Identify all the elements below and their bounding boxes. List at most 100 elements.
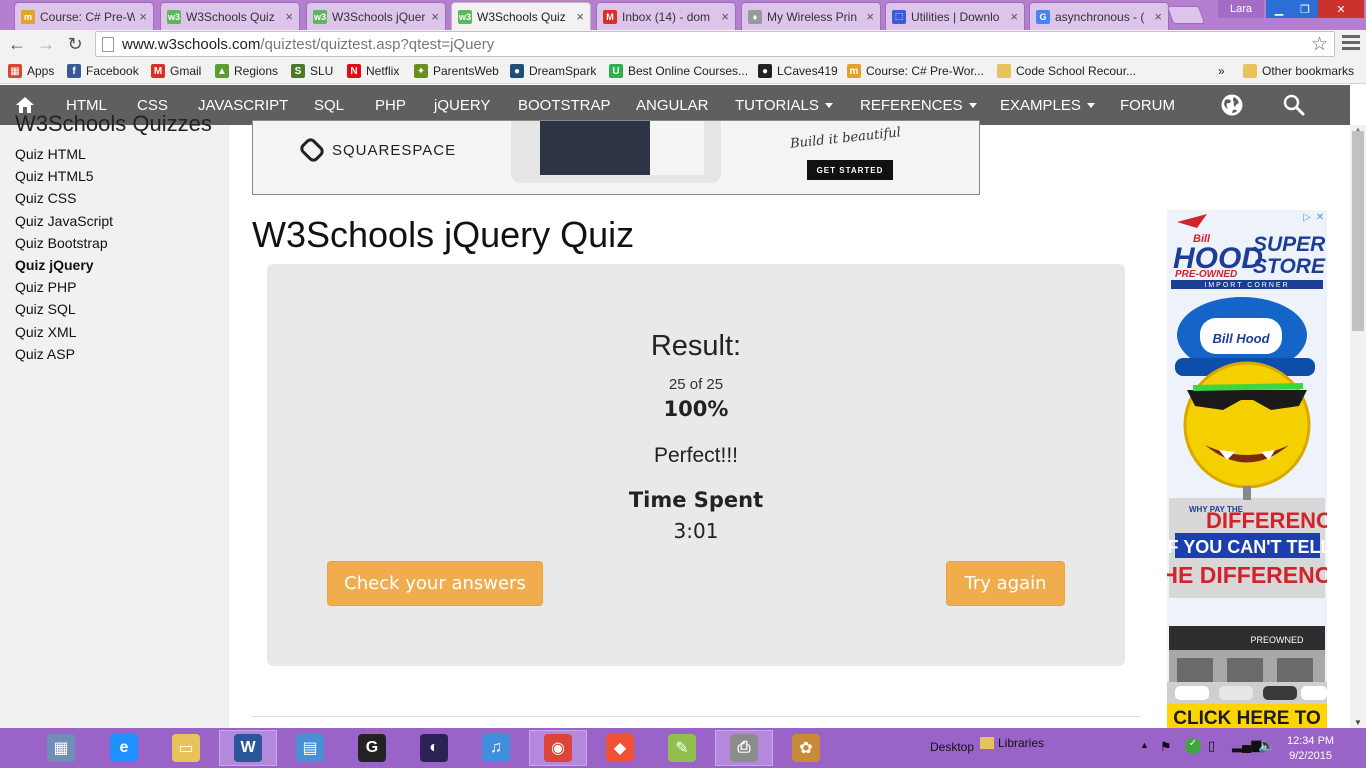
other-bookmarks-folder[interactable]: Other bookmarks [1243,62,1354,80]
browser-tab-4[interactable]: M Inbox (14) - dom × [596,2,736,30]
bookmark-item[interactable]: m Course: C# Pre-Wor... [847,62,984,80]
profile-user-badge[interactable]: Lara [1218,0,1264,18]
browser-tab-6[interactable]: ⬚ Utilities | Downlo × [885,2,1025,30]
ad-choices-icon[interactable]: ▷ [1301,211,1313,223]
bookmark-item[interactable]: ● DreamSpark [510,62,596,80]
globe-icon[interactable] [1220,85,1244,125]
nav-item-bootstrap[interactable]: BOOTSTRAP [518,85,611,125]
nav-item-tutorials[interactable]: TUTORIALS [735,85,833,125]
nav-item-references[interactable]: REFERENCES [860,85,977,125]
window-close-button[interactable]: ✕ [1318,0,1364,18]
tab-close-icon[interactable]: × [139,9,147,24]
scroll-down-arrow-icon[interactable]: ▼ [1350,718,1366,728]
ad-get-started-button[interactable]: GET STARTED [807,160,893,180]
security-check-icon[interactable]: ✓ [1185,738,1201,754]
page-scrollbar[interactable]: ▲ ▼ [1350,125,1366,728]
tray-expand-icon[interactable]: ▲ [1140,740,1149,750]
taskbar-app-8[interactable]: ◉ [529,730,587,766]
nav-item-sql[interactable]: SQL [314,85,344,125]
browser-tab-3[interactable]: w3 W3Schools Quiz × [451,2,591,30]
taskbar-app-1[interactable]: e [95,730,153,766]
forward-arrow-icon[interactable]: → [35,33,57,55]
scrollbar-thumb[interactable] [1352,131,1364,331]
system-clock[interactable]: 12:34 PM 9/2/2015 [1287,734,1334,764]
sidebar-link-quiz-asp[interactable]: Quiz ASP [15,346,75,362]
taskbar-app-12[interactable]: ✿ [777,730,835,766]
taskbar-app-10[interactable]: ✎ [653,730,711,766]
nav-item-jquery[interactable]: jQUERY [434,85,490,125]
new-tab-button[interactable] [1166,6,1206,24]
libraries-toolbar[interactable]: Libraries [980,736,1044,750]
nav-item-php[interactable]: PHP [375,85,406,125]
bill-hood-side-ad[interactable]: Bill HOOD SUPER STORE PRE-OWNED IMPORT C… [1167,210,1327,728]
sidebar-link-quiz-javascript[interactable]: Quiz JavaScript [15,213,113,229]
browser-tab-2[interactable]: w3 W3Schools jQuer × [306,2,446,30]
bookmark-item[interactable]: f Facebook [67,62,139,80]
desktop-toolbar-label[interactable]: Desktop [930,740,974,754]
check-answers-button[interactable]: Check your answers [327,561,543,606]
squarespace-ad-banner[interactable]: SQUARESPACE Build it beautiful GET START… [252,120,980,195]
browser-tab-5[interactable]: ♦ My Wireless Prin × [741,2,881,30]
sidebar-link-quiz-css[interactable]: Quiz CSS [15,190,76,206]
tab-close-icon[interactable]: × [721,9,729,24]
bookmark-item[interactable]: ▦ Apps [8,62,54,80]
folder-icon [997,64,1011,78]
bookmark-item[interactable]: M Gmail [151,62,201,80]
search-icon[interactable] [1283,85,1305,125]
sidebar-link-quiz-php[interactable]: Quiz PHP [15,279,76,295]
taskbar-app-6[interactable]: ◐ [405,730,463,766]
tab-close-icon[interactable]: × [431,9,439,24]
tab-close-icon[interactable]: × [1010,9,1018,24]
action-center-flag-icon[interactable]: ⚑ [1160,739,1172,755]
volume-icon[interactable]: 🔈 [1258,737,1275,754]
browser-menu-icon[interactable] [1342,35,1360,53]
nav-item-forum[interactable]: FORUM [1120,85,1175,125]
bookmarks-overflow-button[interactable]: » [1218,62,1225,80]
try-again-button[interactable]: Try again [946,561,1065,606]
taskbar-app-0[interactable]: ▦ [32,730,90,766]
back-arrow-icon[interactable]: ← [6,33,28,55]
address-bar[interactable]: www.w3schools.com/quiztest/quiztest.asp?… [95,31,1335,57]
bookmark-item[interactable]: ✦ ParentsWeb [414,62,499,80]
taskbar-app-11[interactable]: ⎙ [715,730,773,766]
taskbar-app-4[interactable]: ▤ [281,730,339,766]
content-divider [252,716,1140,717]
sidebar-link-quiz-html5[interactable]: Quiz HTML5 [15,168,94,184]
bookmark-item[interactable]: Code School Recour... [997,62,1136,80]
bookmark-label: Regions [234,64,279,78]
windows-taskbar: ▦ e ▭ W ▤ G ◐ ♫ ◉ ◆ ✎ ⎙ ✿ Desktop Libraries ▲ ⚑ ✓ ▯ … [0,728,1366,768]
taskbar-app-5[interactable]: G [343,730,401,766]
taskbar-app-7[interactable]: ♫ [467,730,525,766]
nav-item-examples[interactable]: EXAMPLES [1000,85,1095,125]
window-maximize-button[interactable]: ❐ [1292,0,1318,18]
tab-close-icon[interactable]: × [285,9,293,24]
bookmark-item[interactable]: N Netflix [347,62,399,80]
tab-close-icon[interactable]: × [1154,9,1162,24]
browser-tab-0[interactable]: m Course: C# Pre-W × [14,2,154,30]
bookmark-item[interactable]: ● LCaves419 [758,62,838,80]
browser-tab-1[interactable]: w3 W3Schools Quiz × [160,2,300,30]
ad-close-icon[interactable]: ✕ [1314,211,1326,223]
bookmark-label: LCaves419 [777,64,838,78]
device-icon[interactable]: ▯ [1208,738,1215,754]
moodle-hat-icon: m [21,9,35,24]
taskbar-app-9[interactable]: ◆ [591,730,649,766]
bookmark-star-icon[interactable]: ☆ [1311,33,1328,56]
sidebar-link-quiz-jquery[interactable]: Quiz jQuery [15,257,94,273]
taskbar-app-2[interactable]: ▭ [157,730,215,766]
sidebar-link-quiz-bootstrap[interactable]: Quiz Bootstrap [15,235,108,251]
taskbar-app-3[interactable]: W [219,730,277,766]
browser-tab-7[interactable]: Gasynchronous - (× [1029,2,1169,30]
bookmark-item[interactable]: U Best Online Courses... [609,62,748,80]
sidebar-link-quiz-xml[interactable]: Quiz XML [15,324,76,340]
reload-icon[interactable]: ↻ [64,33,86,55]
sidebar-link-quiz-html[interactable]: Quiz HTML [15,146,86,162]
nav-item-angular[interactable]: ANGULAR [636,85,709,125]
bookmark-item[interactable]: S SLU [291,62,333,80]
network-signal-icon[interactable]: ▂▄▆ [1232,737,1261,753]
sidebar-link-quiz-sql[interactable]: Quiz SQL [15,301,76,317]
tab-close-icon[interactable]: × [866,9,874,24]
window-minimize-button[interactable]: ▁ [1266,0,1292,18]
bookmark-item[interactable]: ▲ Regions [215,62,278,80]
tab-close-icon[interactable]: × [576,9,584,24]
